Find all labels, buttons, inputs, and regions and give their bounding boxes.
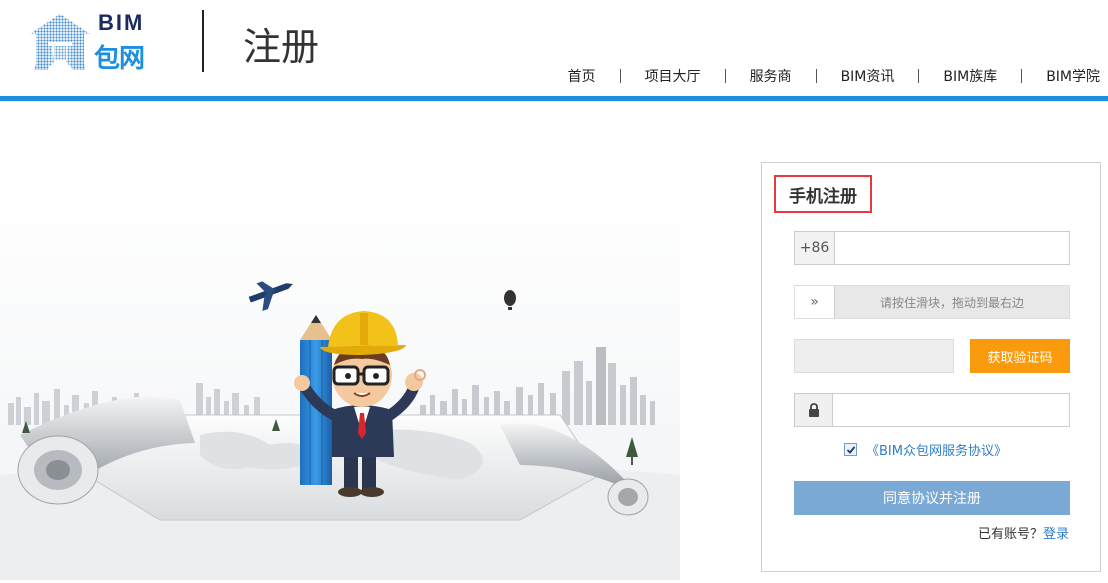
lock-icon xyxy=(795,394,833,426)
agreement-checkbox[interactable] xyxy=(844,443,857,456)
country-code-prefix[interactable]: +86 xyxy=(795,232,835,264)
register-page: BIM 包网 注册 首页 项目大厅 服务商 BIM资讯 BIM族库 BIM学院 xyxy=(0,0,1108,583)
register-panel-title: 手机注册 xyxy=(774,175,872,213)
header-divider xyxy=(202,10,204,72)
nav-item-bim-library[interactable]: BIM族库 xyxy=(919,66,1021,86)
header-accent-bar xyxy=(0,96,1108,101)
page-title: 注册 xyxy=(243,25,320,69)
nav-item-service-providers[interactable]: 服务商 xyxy=(726,66,816,86)
have-account-text: 已有账号？ xyxy=(977,527,1043,542)
slide-verify[interactable]: » 请按住滑块，拖动到最右边 xyxy=(794,285,1070,319)
phone-field: +86 xyxy=(794,231,1070,265)
nav-item-bim-news[interactable]: BIM资讯 xyxy=(817,66,919,86)
password-input[interactable] xyxy=(833,394,1069,426)
verification-code-input[interactable] xyxy=(794,339,954,373)
site-logo[interactable]: BIM 包网 xyxy=(28,8,156,74)
agreement-row: 《BIM众包网服务协议》 xyxy=(844,440,1007,459)
phone-input[interactable] xyxy=(835,232,1069,264)
agreement-link[interactable]: 《BIM众包网服务协议》 xyxy=(866,440,1007,459)
nav-item-home[interactable]: 首页 xyxy=(544,66,620,86)
login-link[interactable]: 登录 xyxy=(1043,527,1069,542)
slider-handle-icon[interactable]: » xyxy=(795,286,835,318)
register-panel: 手机注册 +86 » 请按住滑块，拖动到最右边 获取验证码 《BIM众包网服务协… xyxy=(761,162,1101,572)
logo-bim-text: BIM xyxy=(98,10,145,35)
main-nav: 首页 项目大厅 服务商 BIM资讯 BIM族库 BIM学院 xyxy=(544,66,1100,86)
logo-mark-icon xyxy=(30,14,90,70)
checkmark-icon xyxy=(846,445,855,454)
logo-bao-text: 包网 xyxy=(94,44,145,74)
nav-item-bim-academy[interactable]: BIM学院 xyxy=(1022,66,1100,86)
slider-hint: 请按住滑块，拖动到最右边 xyxy=(879,295,1024,310)
site-header: BIM 包网 注册 首页 项目大厅 服务商 BIM资讯 BIM族库 BIM学院 xyxy=(0,0,1108,96)
hero-illustration xyxy=(0,175,680,580)
password-field xyxy=(794,393,1070,427)
nav-item-project-hall[interactable]: 项目大厅 xyxy=(621,66,725,86)
login-row: 已有账号？登录 xyxy=(978,523,1069,542)
agree-register-button[interactable]: 同意协议并注册 xyxy=(794,481,1070,515)
get-code-button[interactable]: 获取验证码 xyxy=(970,339,1070,373)
